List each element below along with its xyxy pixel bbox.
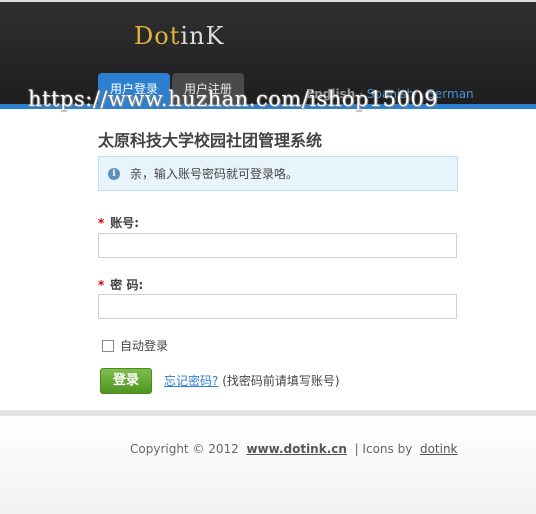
account-label-text: 账号: [110,216,140,230]
footer: Copyright © 2012 www.dotink.cn | Icons b… [0,416,536,514]
footer-site-link[interactable]: www.dotink.cn [246,442,346,456]
auto-login[interactable]: 自动登录 [102,337,168,354]
forgot-password-hint: (找密码前请填写账号) [222,374,340,388]
info-box: i 亲，输入账号密码就可登录咯。 [98,156,458,191]
password-label: * 密 码: [98,276,143,293]
required-mark: * [98,216,105,230]
login-button[interactable]: 登录 [100,368,152,394]
password-label-text: 密 码: [110,278,144,292]
watermark: https://www.huzhan.com/ishop15009 [28,87,439,111]
copyright: Copyright © 2012 www.dotink.cn | Icons b… [130,442,458,456]
account-label: * 账号: [98,214,139,231]
logo-part2: inK [180,22,225,50]
footer-brand-link[interactable]: dotink [420,442,458,456]
logo-part1: Dot [134,22,181,50]
info-message: 亲，输入账号密码就可登录咯。 [130,167,299,181]
account-field[interactable] [98,233,457,258]
copyright-text: Copyright © 2012 [130,442,239,456]
forgot-password: 忘记密码? (找密码前请填写账号) [164,372,340,389]
password-field[interactable] [98,294,457,319]
forgot-password-link[interactable]: 忘记密码? [164,374,218,388]
icons-by-text: | Icons by [354,442,413,456]
auto-login-checkbox[interactable] [102,339,114,352]
logo[interactable]: DotinK [134,22,224,50]
info-icon: i [108,167,120,180]
required-mark: * [98,278,105,292]
auto-login-label: 自动登录 [120,339,169,353]
page-title: 太原科技大学校园社团管理系统 [98,131,323,150]
